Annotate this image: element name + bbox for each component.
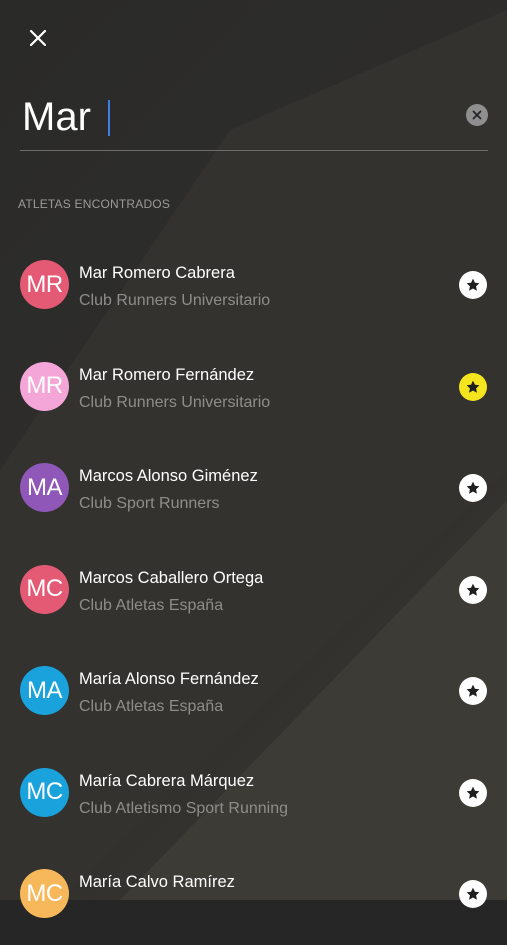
avatar: MC	[20, 767, 69, 817]
avatar: MC	[20, 564, 69, 614]
athlete-club: Club Atletismo Sport Running	[79, 799, 288, 817]
favorite-button[interactable]	[459, 677, 487, 705]
star-icon	[466, 786, 480, 799]
close-button[interactable]	[22, 22, 54, 54]
star-icon	[466, 481, 480, 494]
athlete-row[interactable]: MA María Alonso Fernández Club Atletas Esp…	[0, 640, 507, 742]
athlete-name: María Alonso Fernández	[79, 670, 259, 688]
athlete-name: Mar Romero Cabrera	[79, 264, 235, 282]
avatar: MC	[20, 869, 69, 918]
section-label: ATLETAS ENCONTRADOS	[18, 197, 171, 211]
avatar: MR	[20, 260, 69, 309]
clear-icon	[472, 110, 482, 120]
star-icon	[466, 583, 480, 596]
clear-search-button[interactable]	[466, 104, 488, 126]
athlete-club: Club Runners Universitario	[79, 393, 271, 411]
athlete-row[interactable]: MC Marcos Caballero Ortega Club Atletas Es…	[0, 539, 507, 641]
favorite-button[interactable]	[459, 474, 487, 502]
search-field[interactable]: Mar	[20, 82, 488, 151]
athlete-club: Club Atletas España	[79, 698, 224, 715]
avatar: MR	[20, 361, 69, 411]
favorite-button[interactable]	[459, 372, 487, 401]
athlete-club: Club Runners Universitario	[79, 292, 271, 309]
athlete-name: Marcos Caballero Ortega	[79, 568, 264, 587]
athlete-name: María Calvo Ramírez	[79, 873, 235, 891]
close-icon	[29, 29, 47, 47]
athlete-row[interactable]: MC María Calvo Ramírez	[0, 843, 507, 945]
text-caret	[108, 100, 110, 136]
athlete-name: Marcos Alonso Giménez	[79, 467, 258, 485]
star-icon	[466, 380, 480, 393]
favorite-button[interactable]	[459, 271, 487, 299]
athlete-name: María Cabrera Márquez	[79, 771, 255, 790]
athlete-row[interactable]: MA Marcos Alonso Giménez Club Sport Runner…	[0, 437, 507, 539]
avatar: MA	[20, 666, 69, 715]
athlete-club: Club Sport Runners	[79, 495, 220, 512]
favorite-button[interactable]	[459, 575, 487, 604]
star-icon	[466, 684, 480, 697]
athlete-club: Club Atletas España	[79, 596, 224, 614]
athlete-name: Mar Romero Fernández	[79, 365, 255, 384]
star-icon	[466, 278, 480, 291]
favorite-button[interactable]	[459, 880, 487, 908]
athlete-row[interactable]: MR Mar Romero Cabrera Club Runners Univers…	[0, 234, 507, 336]
athlete-row[interactable]: MC María Cabrera Márquez Club Atletismo Sp…	[0, 742, 507, 844]
athlete-list: MR Mar Romero Cabrera Club Runners Univers…	[0, 234, 507, 945]
favorite-button[interactable]	[459, 778, 487, 807]
athlete-row[interactable]: MR Mar Romero Fernández Club Runners Unive…	[0, 336, 507, 438]
search-input[interactable]: Mar	[22, 94, 91, 140]
avatar: MA	[20, 463, 69, 512]
